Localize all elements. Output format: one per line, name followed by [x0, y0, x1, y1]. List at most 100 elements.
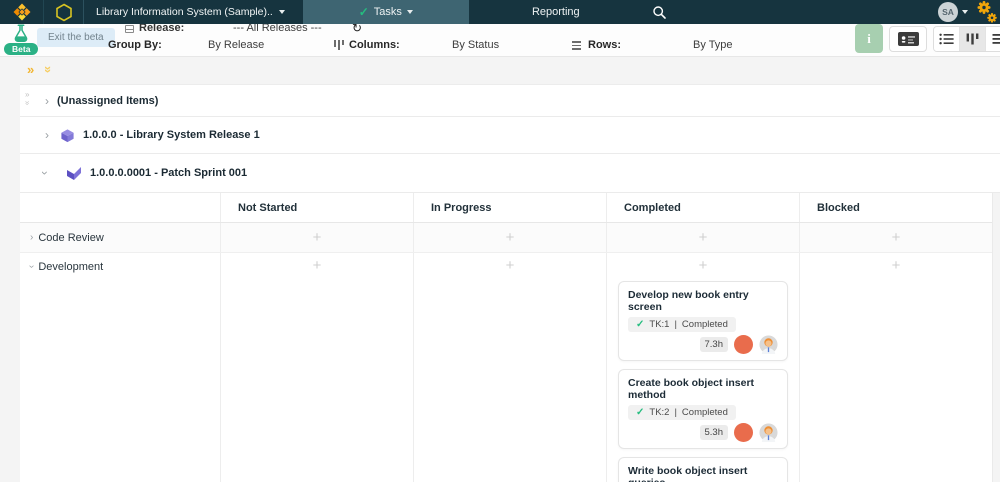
add-card-icon[interactable]	[892, 253, 901, 279]
chevron-right-icon[interactable]: ›	[45, 94, 49, 108]
assignee-avatar[interactable]	[759, 335, 778, 354]
card-hours: 5.3h	[699, 425, 728, 440]
group-label: 1.0.0.0 - Library System Release 1	[83, 129, 260, 141]
expand-all-icon[interactable]: »	[27, 62, 34, 77]
chevron-down-icon[interactable]: ›	[38, 171, 52, 175]
card-id: TK:2	[649, 407, 670, 418]
card-status: Completed	[681, 319, 728, 330]
cell-development-not-started	[220, 253, 413, 482]
search-icon	[653, 5, 667, 19]
mini-expand-icon[interactable]: »	[25, 91, 29, 99]
group-row-sprint[interactable]: › 1.0.0.0.0001 - Patch Sprint 001	[20, 154, 1000, 193]
workspace-name: Library Information System (Sample)..	[96, 6, 273, 18]
chevron-down-icon	[406, 10, 413, 14]
add-card-icon[interactable]	[892, 227, 901, 249]
add-card-icon[interactable]	[699, 227, 708, 249]
group-row-unassigned[interactable]: » » › (Unassigned Items)	[20, 84, 1000, 117]
add-card-icon[interactable]	[313, 227, 322, 249]
row-label: Code Review	[38, 231, 104, 244]
card-footer: 7.3h	[628, 335, 778, 354]
workspace-hexagon-icon[interactable]	[44, 0, 84, 24]
search-button[interactable]	[643, 0, 677, 24]
group-by-dropdown[interactable]: By Release	[208, 39, 264, 51]
cell-code-review-completed	[606, 223, 799, 252]
top-navbar: Library Information System (Sample).. ✓ …	[0, 0, 1000, 24]
kanban-grid: Not Started In Progress Completed Blocke…	[20, 193, 993, 482]
group-row-release[interactable]: › 1.0.0.0 - Library System Release 1	[20, 117, 1000, 154]
row-label: Development	[38, 261, 104, 273]
card-status: Completed	[681, 407, 728, 418]
row-label-column-header	[20, 193, 220, 222]
kanban-view-toggle[interactable]	[960, 27, 986, 51]
tab-reporting-label: Reporting	[531, 6, 580, 18]
card-status-badge: ✓ TK:2 | Completed	[628, 405, 736, 420]
cell-development-in-progress	[413, 253, 606, 482]
user-avatar[interactable]: SA	[938, 2, 958, 22]
contact-card-button[interactable]	[889, 26, 927, 52]
column-header-not-started: Not Started	[220, 193, 413, 222]
columns-dropdown[interactable]: By Status	[452, 39, 499, 51]
user-menu-caret-icon[interactable]	[962, 10, 968, 14]
task-card[interactable]: Develop new book entry screen ✓ TK:1 | C…	[618, 281, 788, 361]
chevron-right-icon[interactable]: ›	[45, 128, 49, 142]
card-footer: 5.3h	[628, 423, 778, 442]
mini-collapse-icon[interactable]: »	[23, 101, 32, 105]
info-button[interactable]: i	[855, 24, 883, 53]
list-view-toggle[interactable]	[934, 27, 960, 51]
tab-reporting[interactable]: Reporting	[469, 0, 643, 24]
contact-card-icon	[897, 32, 919, 46]
chevron-down-icon[interactable]: ›	[26, 265, 37, 268]
task-card[interactable]: Write book object insert queries ✓ TK:3 …	[618, 457, 788, 482]
group-label: (Unassigned Items)	[57, 94, 159, 107]
chevron-right-icon[interactable]: ›	[30, 232, 33, 243]
card-status-badge: ✓ TK:1 | Completed	[628, 317, 736, 332]
checkmark-icon: ✓	[358, 5, 369, 19]
navbar-spacer	[677, 0, 938, 24]
rows-dropdown[interactable]: By Type	[693, 39, 733, 51]
columns-label: Columns:	[349, 39, 400, 51]
card-stack: Develop new book entry screen ✓ TK:1 | C…	[618, 281, 788, 482]
tree-expand-controls: » »	[27, 62, 56, 77]
settings-gears-icon[interactable]	[974, 0, 1000, 24]
cell-code-review-blocked	[799, 223, 992, 252]
task-card[interactable]: Create book object insert method ✓ TK:2 …	[618, 369, 788, 449]
beta-badge: Beta	[4, 43, 39, 55]
group-label: 1.0.0.0.0001 - Patch Sprint 001	[90, 167, 248, 179]
lines-view-toggle[interactable]	[986, 27, 1000, 51]
collapse-all-icon[interactable]: »	[41, 66, 56, 73]
rows-label: Rows:	[588, 39, 621, 51]
sprint-flag-icon	[66, 166, 82, 181]
board-toolbar: Beta Exit the beta Release: --- All Rele…	[0, 21, 1000, 57]
cell-development-blocked	[799, 253, 992, 482]
add-card-icon[interactable]	[506, 253, 515, 279]
badge-separator: |	[674, 319, 677, 330]
add-card-icon[interactable]	[699, 253, 708, 279]
column-header-blocked: Blocked	[799, 193, 992, 222]
priority-dot	[734, 423, 753, 442]
kanban-row-development: › Development Develop new book entry scr…	[20, 253, 992, 482]
app-logo-icon[interactable]	[0, 0, 44, 24]
columns-icon	[334, 40, 344, 50]
priority-dot	[734, 335, 753, 354]
card-hours: 7.3h	[699, 337, 728, 352]
panel-mini-chevrons: » »	[23, 91, 32, 107]
badge-separator: |	[674, 407, 677, 418]
add-card-icon[interactable]	[313, 253, 322, 279]
card-title: Develop new book entry screen	[628, 289, 749, 313]
checkmark-icon: ✓	[636, 407, 645, 418]
align-left-icon	[992, 34, 1000, 44]
group-by-label: Group By:	[108, 39, 162, 51]
app-window: Library Information System (Sample).. ✓ …	[0, 0, 1000, 482]
assignee-avatar[interactable]	[759, 423, 778, 442]
workspace-selector[interactable]: Library Information System (Sample)..	[84, 0, 295, 24]
tab-tasks[interactable]: ✓ Tasks	[302, 0, 469, 24]
kanban-row-code-review: › Code Review	[20, 223, 992, 253]
cell-code-review-not-started	[220, 223, 413, 252]
add-card-icon[interactable]	[506, 227, 515, 249]
tab-tasks-label: Tasks	[373, 6, 402, 18]
hexagon-icon	[55, 3, 72, 21]
card-id: TK:1	[649, 319, 670, 330]
checkmark-icon: ✓	[636, 319, 645, 330]
rows-icon	[572, 41, 581, 50]
kanban-icon	[966, 33, 979, 45]
